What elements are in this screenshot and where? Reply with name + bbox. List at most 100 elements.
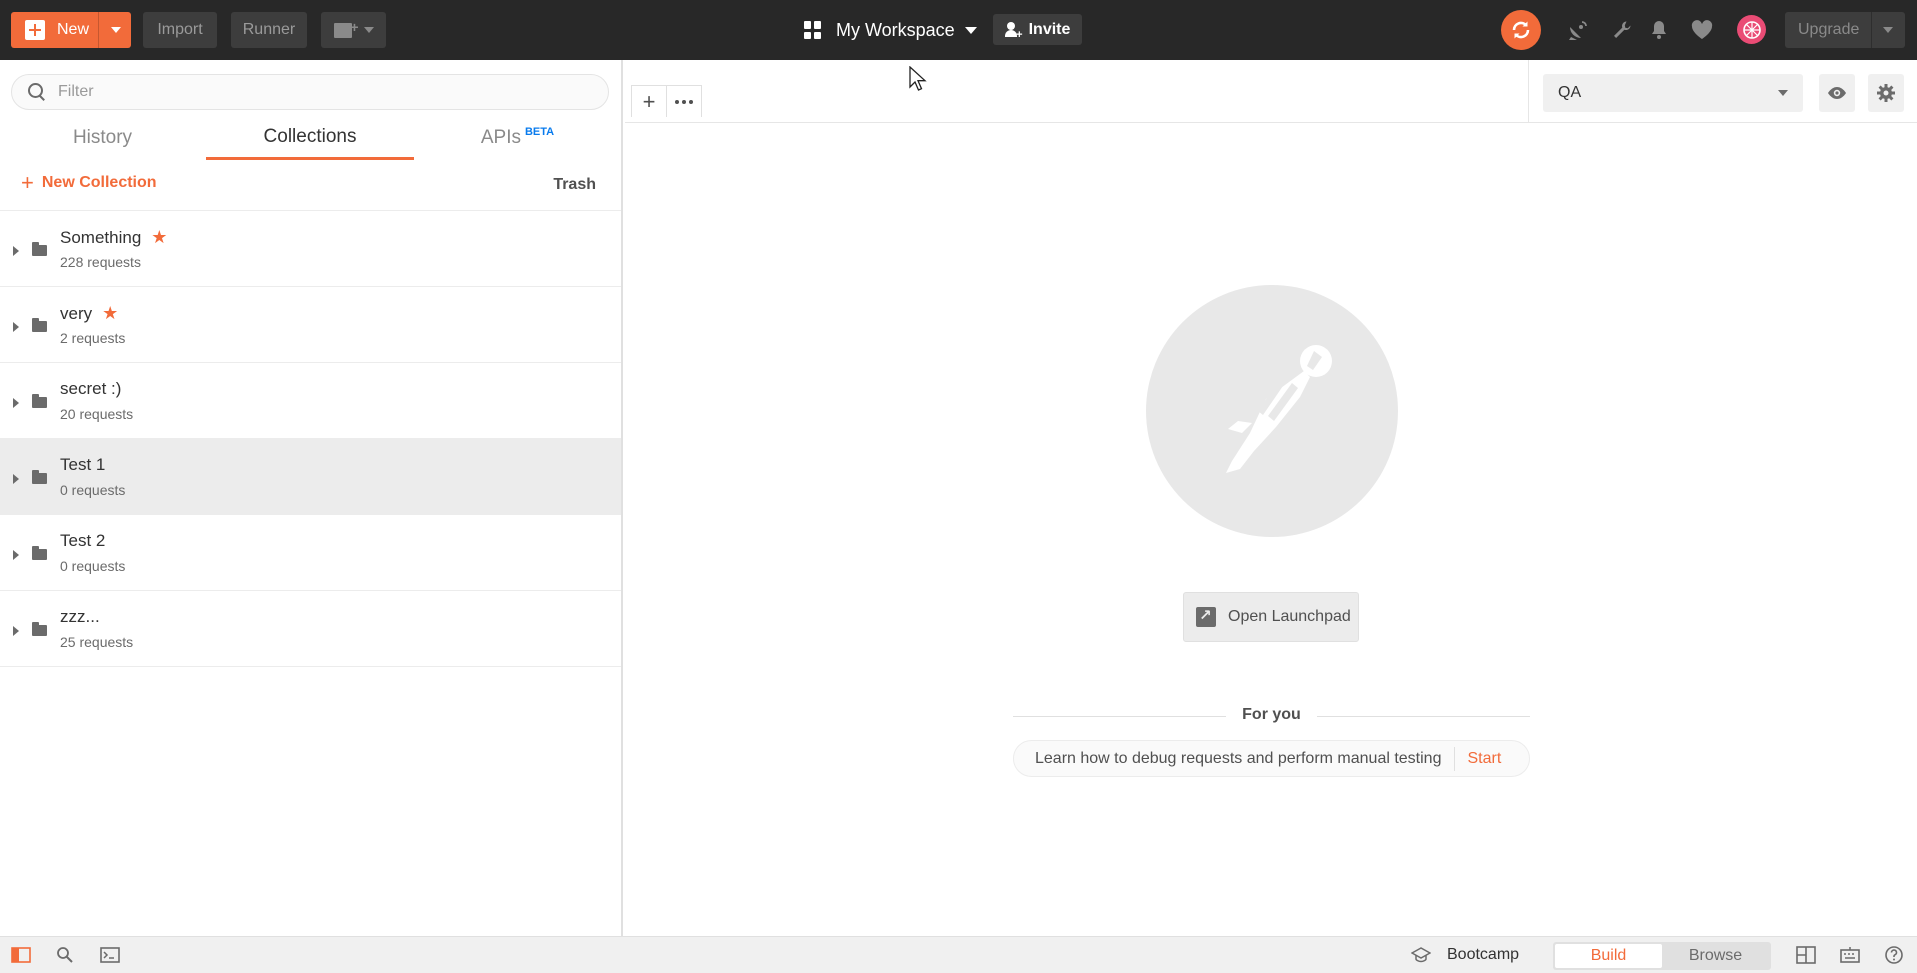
collection-name-text: secret :) [60,379,122,398]
folder-icon [32,394,47,408]
heart-button[interactable] [1689,17,1715,43]
toggle-sidebar-button[interactable] [11,946,31,964]
chevron-down-icon[interactable] [1883,27,1893,33]
chevron-down-icon [1778,90,1788,96]
sidebar-icon [11,947,31,963]
wrench-icon [1614,21,1631,38]
upgrade-button[interactable]: Upgrade [1785,12,1905,48]
main-pane: + QA ↗ Open Launchpad For you Learn how … [625,60,1917,936]
tab-options-button[interactable] [667,85,702,117]
trash-button[interactable]: Trash [553,176,596,194]
import-button[interactable]: Import [143,12,217,48]
tip-divider [1454,746,1456,771]
collection-row[interactable]: very ★ 2 requests [0,287,621,363]
user-avatar[interactable] [1737,15,1766,44]
sync-button[interactable] [1501,10,1541,50]
sidebar: History Collections APIsBETA + New Colle… [0,60,623,936]
open-launchpad-button[interactable]: Open Launchpad [1183,592,1359,642]
collection-name-text: Test 1 [60,455,106,474]
collection-count: 0 requests [60,482,126,498]
interceptor-button[interactable] [1565,17,1591,43]
find-icon [57,947,73,963]
postman-logo [1146,285,1398,537]
star-icon[interactable]: ★ [102,303,118,324]
top-bar: New Import Runner My Workspace + Invite [0,0,1917,60]
expand-caret-icon[interactable] [13,550,19,560]
folder-icon [32,470,47,484]
collection-row[interactable]: Test 1 0 requests [0,439,621,515]
invite-button[interactable]: + Invite [993,14,1082,45]
environment-quick-look-button[interactable] [1819,74,1855,112]
tab-apis[interactable]: APIs BETA [414,116,621,160]
collection-name-text: very [60,303,93,323]
tab-apis-label: APIs [480,127,521,148]
expand-caret-icon[interactable] [13,246,19,256]
new-collection-label: New Collection [41,174,157,191]
two-pane-view-button[interactable] [1796,946,1816,964]
expand-caret-icon[interactable] [13,626,19,636]
new-tab-button[interactable]: + [631,85,667,117]
bootcamp-button[interactable]: Bootcamp [1411,946,1519,964]
filter-box[interactable] [11,74,609,110]
collection-name-text: Test 2 [60,531,106,550]
runner-button[interactable]: Runner [231,12,307,48]
collection-name: Test 1 [60,455,105,475]
tab-history[interactable]: History [0,116,205,160]
gear-icon [1877,84,1895,102]
workspace-name: My Workspace [836,19,955,40]
notifications-button[interactable] [1646,17,1672,43]
new-button[interactable]: New [11,12,131,48]
settings-button[interactable] [1609,17,1635,43]
star-icon[interactable]: ★ [151,227,167,248]
expand-caret-icon[interactable] [13,322,19,332]
browse-tab[interactable]: Browse [1662,944,1769,968]
build-tab[interactable]: Build [1555,944,1662,968]
two-pane-icon [1796,946,1816,964]
filter-input[interactable] [58,83,588,101]
plus-icon: + [21,170,34,195]
mouse-cursor-icon [909,66,927,91]
find-button[interactable] [55,946,75,964]
more-dot [675,99,679,104]
tip-start-link[interactable]: Start [1467,750,1501,768]
invite-label: Invite [1028,20,1071,38]
new-dropdown-caret-icon[interactable] [111,27,121,33]
tab-collections[interactable]: Collections [206,116,414,160]
console-icon [100,947,120,963]
upgrade-label: Upgrade [1798,21,1860,38]
keyboard-shortcuts-button[interactable] [1840,946,1860,964]
collection-row[interactable]: zzz... 25 requests [0,591,621,667]
collection-row[interactable]: Test 2 0 requests [0,515,621,591]
collection-name: Test 2 [60,531,105,551]
expand-caret-icon[interactable] [13,474,19,484]
chevron-down-icon [363,27,374,33]
help-button[interactable] [1884,946,1904,964]
console-button[interactable] [100,946,120,964]
new-window-button[interactable] [321,12,386,48]
manage-environments-button[interactable] [1868,74,1904,112]
bootcamp-label: Bootcamp [1447,946,1520,963]
folder-icon [32,622,47,636]
new-button-divider [98,12,99,48]
workspace-switcher[interactable]: My Workspace [804,14,977,46]
tip-text: Learn how to debug requests and perform … [1035,749,1442,767]
sync-icon [1512,21,1530,39]
environment-select[interactable]: QA [1543,74,1803,112]
folder-icon [32,318,47,332]
collection-count: 20 requests [60,406,134,422]
collection-row[interactable]: secret :) 20 requests [0,363,621,439]
eye-icon [1828,87,1846,99]
sidebar-tabs: History Collections APIs BETA [0,116,621,160]
search-icon [28,83,46,101]
expand-caret-icon[interactable] [13,398,19,408]
folder-icon [32,242,47,256]
collection-name: Something ★ [60,227,167,248]
open-launchpad-label: Open Launchpad [1228,608,1351,625]
collection-row[interactable]: Something ★ 228 requests [0,211,621,287]
beta-badge: BETA [524,126,555,138]
plus-icon: + [642,88,656,114]
external-link-icon [1196,606,1216,627]
folder-icon [32,546,47,560]
new-collection-button[interactable]: + New Collection [21,170,157,195]
collection-count: 2 requests [60,330,126,346]
